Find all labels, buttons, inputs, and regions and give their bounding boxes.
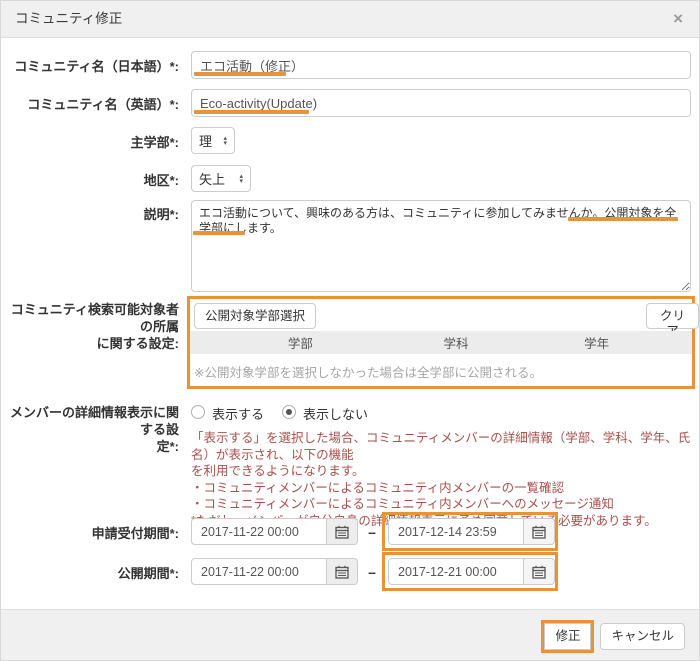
- calendar-icon[interactable]: [327, 558, 358, 585]
- period-separator: –: [364, 564, 380, 580]
- description-textarea[interactable]: エコ活動について、興味のある方は、コミュニティに参加してみませんか。公開対象を全…: [191, 200, 691, 292]
- calendar-icon[interactable]: [524, 558, 555, 585]
- target-note: ※公開対象学部を選択しなかった場合は全学部に公開される。: [194, 362, 542, 381]
- description-label: 説明*:: [1, 206, 179, 223]
- select-target-faculty-button[interactable]: 公開対象学部選択: [194, 303, 316, 329]
- faculty-select[interactable]: 理 ▴▾: [191, 127, 235, 154]
- radio-show-label[interactable]: 表示する: [212, 404, 264, 423]
- application-end-input[interactable]: [388, 518, 524, 545]
- select-stepper-icon: ▴▾: [214, 136, 227, 146]
- column-header-year: 学年: [501, 333, 692, 352]
- application-start-input[interactable]: [191, 518, 327, 545]
- clear-button[interactable]: クリア: [646, 303, 699, 329]
- faculty-label: 主学部*:: [1, 134, 179, 151]
- dialog-header: コミュニティ修正 ×: [1, 1, 699, 38]
- period-separator: –: [364, 524, 380, 540]
- annotation-underline-name-en: [194, 110, 309, 114]
- application-period-label: 申請受付期間*:: [1, 525, 179, 542]
- calendar-icon[interactable]: [524, 518, 555, 545]
- district-label: 地区*:: [1, 172, 179, 189]
- column-header-faculty: 学部: [190, 333, 411, 352]
- radio-show[interactable]: [191, 405, 205, 419]
- dialog-title: コミュニティ修正: [15, 1, 122, 37]
- close-icon[interactable]: ×: [673, 1, 683, 37]
- cancel-button[interactable]: キャンセル: [600, 623, 685, 650]
- annotation-underline-desc-2: [193, 231, 245, 235]
- annotation-box-public-end: [382, 552, 558, 591]
- select-stepper-icon: ▴▾: [230, 174, 243, 184]
- annotation-underline-name-ja: [194, 72, 286, 76]
- public-period-label: 公開期間*:: [1, 565, 179, 582]
- public-start-input[interactable]: [191, 558, 327, 585]
- calendar-icon[interactable]: [327, 518, 358, 545]
- radio-hide-label[interactable]: 表示しない: [303, 404, 368, 423]
- faculty-select-value: 理: [199, 131, 212, 150]
- community-edit-dialog: コミュニティ修正 × コミュニティ名（日本語）*: コミュニティ名（英語）*: …: [0, 0, 700, 661]
- name-en-label: コミュニティ名（英語）*:: [1, 96, 179, 113]
- annotation-box-application-end: [382, 512, 558, 551]
- dialog-footer: 修正 キャンセル: [1, 609, 699, 661]
- column-header-department: 学科: [411, 333, 501, 352]
- name-ja-label: コミュニティ名（日本語）*:: [1, 58, 179, 75]
- target-table-header: 学部 学科 学年: [190, 331, 692, 354]
- district-select[interactable]: 矢上 ▴▾: [191, 165, 251, 192]
- radio-hide[interactable]: [282, 405, 296, 419]
- search-target-label: コミュニティ検索可能対象者の所属 に関する設定:: [1, 301, 179, 352]
- submit-button[interactable]: 修正: [544, 623, 591, 650]
- member-detail-label: メンバーの詳細情報表示に関する設 定*:: [1, 404, 179, 455]
- annotation-box-submit: 修正: [541, 620, 594, 653]
- public-end-input[interactable]: [388, 558, 524, 585]
- annotation-underline-desc-1: [568, 217, 678, 221]
- district-select-value: 矢上: [199, 169, 225, 188]
